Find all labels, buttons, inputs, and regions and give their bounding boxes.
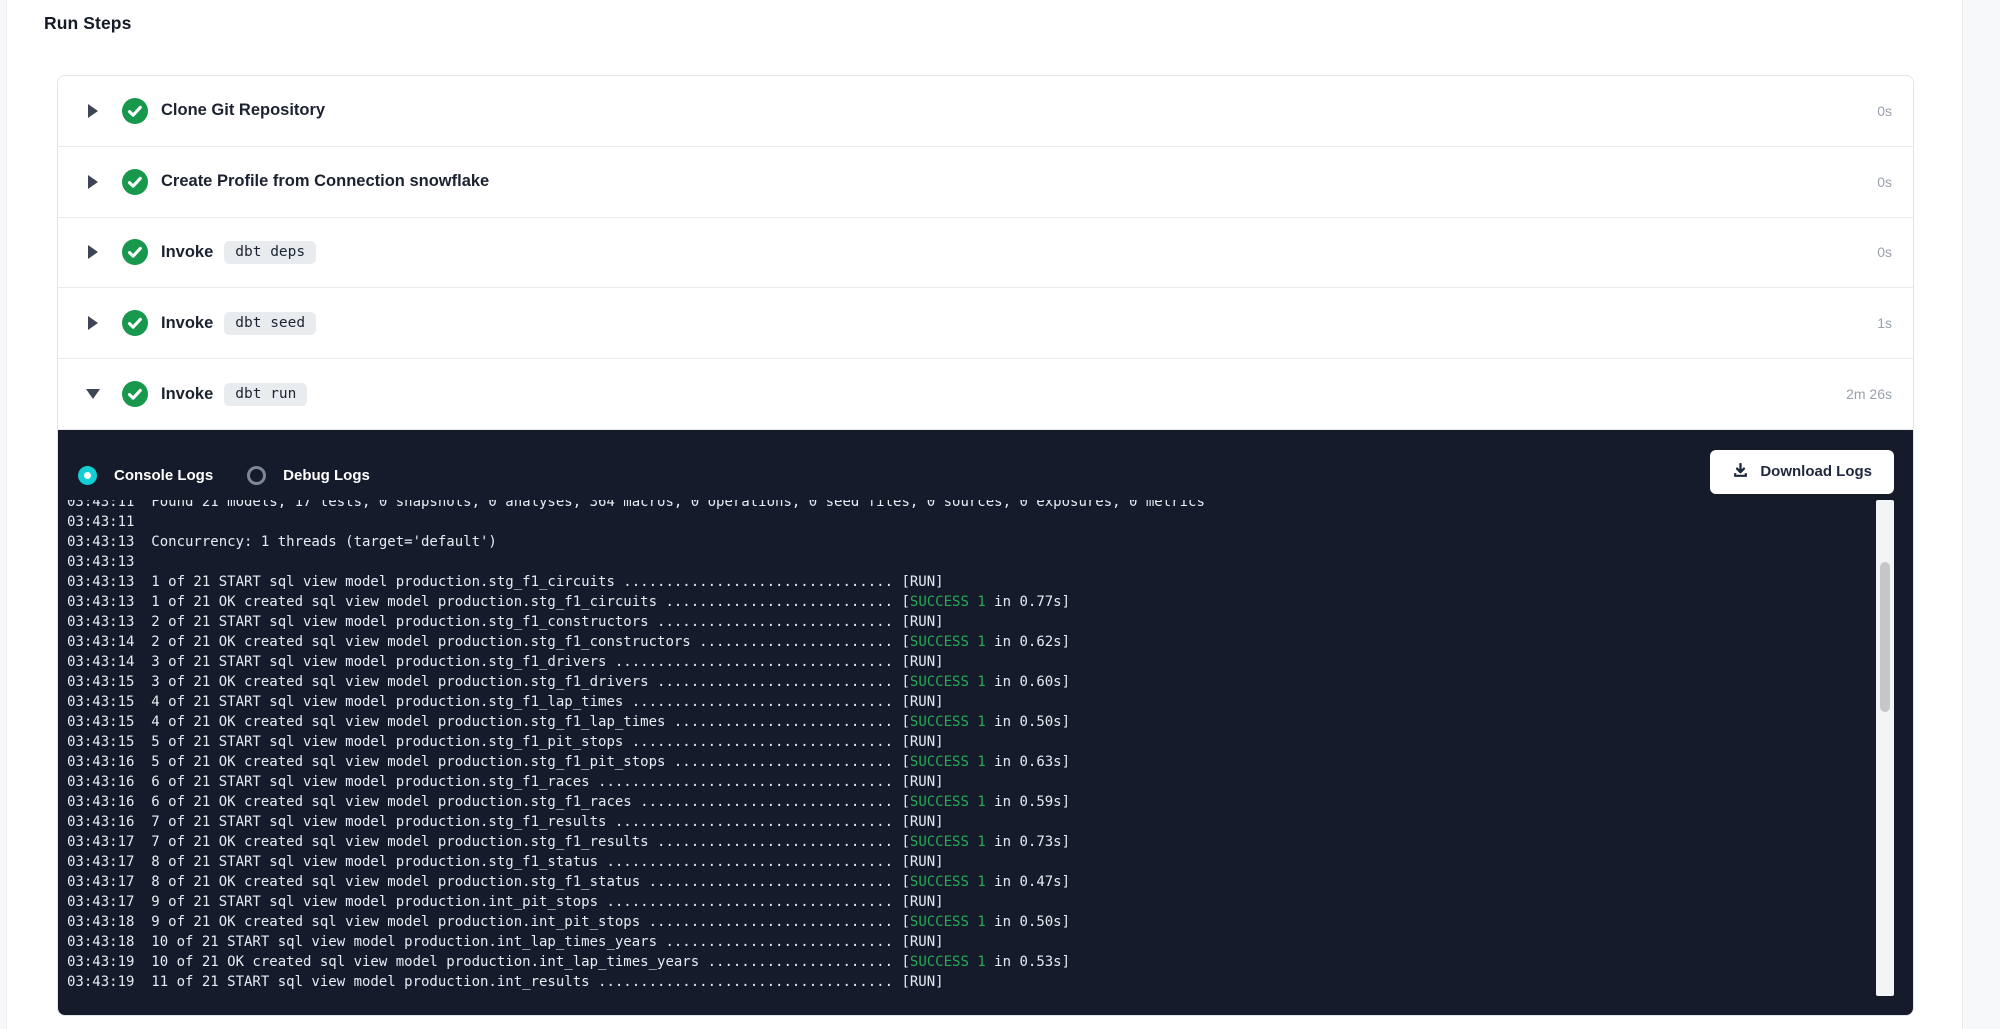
radio-selected-icon[interactable] — [78, 466, 97, 485]
step-row-4[interactable]: Invoke dbt seed 1s — [58, 288, 1913, 359]
step-duration: 0s — [1877, 174, 1892, 190]
left-edge-gutter — [0, 0, 7, 1029]
radio-unselected-icon[interactable] — [247, 466, 266, 485]
collapse-caret-icon[interactable] — [85, 389, 100, 399]
expand-caret-icon[interactable] — [85, 245, 100, 259]
download-logs-button[interactable]: Download Logs — [1710, 450, 1894, 494]
log-line: 03:43:16 6 of 21 OK created sql view mod… — [67, 792, 1869, 812]
step-rows: Clone Git Repository 0s Create Profile f… — [58, 76, 1913, 430]
step-duration: 0s — [1877, 103, 1892, 119]
log-line: 03:43:15 3 of 21 OK created sql view mod… — [67, 672, 1869, 692]
log-line: 03:43:11 Found 21 models, 17 tests, 0 sn… — [67, 500, 1869, 512]
log-scrollbar-track[interactable] — [1876, 500, 1894, 996]
step-label: Create Profile from Connection snowflake — [161, 172, 489, 191]
log-line: 03:43:15 4 of 21 START sql view model pr… — [67, 692, 1869, 712]
success-check-icon — [122, 310, 148, 336]
log-type-selector: Console Logs Debug Logs — [78, 466, 404, 485]
expand-caret-icon[interactable] — [85, 104, 100, 118]
success-check-icon — [122, 381, 148, 407]
console-log-panel: Console Logs Debug Logs Download Logs 03… — [58, 430, 1913, 1015]
log-line: 03:43:19 11 of 21 START sql view model p… — [67, 972, 1869, 992]
log-line: 03:43:13 2 of 21 START sql view model pr… — [67, 612, 1869, 632]
step-duration: 2m 26s — [1846, 386, 1892, 402]
success-check-icon — [122, 239, 148, 265]
step-duration: 1s — [1877, 315, 1892, 331]
log-line: 03:43:17 8 of 21 OK created sql view mod… — [67, 872, 1869, 892]
log-line: 03:43:13 — [67, 552, 1869, 572]
log-line: 03:43:16 6 of 21 START sql view model pr… — [67, 772, 1869, 792]
log-line: 03:43:16 7 of 21 START sql view model pr… — [67, 812, 1869, 832]
download-logs-label: Download Logs — [1760, 463, 1872, 480]
log-line: 03:43:18 10 of 21 START sql view model p… — [67, 932, 1869, 952]
log-line: 03:43:11 — [67, 512, 1869, 532]
expand-caret-icon[interactable] — [85, 175, 100, 189]
step-label: Invoke — [161, 314, 213, 333]
radio-debug-logs[interactable]: Debug Logs — [247, 466, 370, 485]
step-row-3[interactable]: Invoke dbt deps 0s — [58, 218, 1913, 289]
step-row-5[interactable]: Invoke dbt run 2m 26s — [58, 359, 1913, 430]
log-line: 03:43:19 10 of 21 OK created sql view mo… — [67, 952, 1869, 972]
log-line: 03:43:17 7 of 21 OK created sql view mod… — [67, 832, 1869, 852]
success-check-icon — [122, 98, 148, 124]
step-label: Invoke — [161, 243, 213, 262]
radio-console-logs-label: Console Logs — [114, 467, 213, 484]
step-label: Invoke — [161, 385, 213, 404]
log-line: 03:43:17 8 of 21 START sql view model pr… — [67, 852, 1869, 872]
step-command-badge: dbt seed — [224, 312, 316, 335]
step-command-badge: dbt deps — [224, 241, 316, 264]
radio-debug-logs-label: Debug Logs — [283, 467, 370, 484]
log-scrollbar-thumb[interactable] — [1880, 562, 1890, 712]
run-steps-card: Clone Git Repository 0s Create Profile f… — [57, 75, 1914, 1016]
step-row-1[interactable]: Clone Git Repository 0s — [58, 76, 1913, 147]
step-label: Clone Git Repository — [161, 101, 325, 120]
step-command-badge: dbt run — [224, 383, 307, 406]
log-line: 03:43:14 2 of 21 OK created sql view mod… — [67, 632, 1869, 652]
page-title: Run Steps — [44, 13, 131, 34]
radio-console-logs[interactable]: Console Logs — [78, 466, 213, 485]
log-line: 03:43:14 3 of 21 START sql view model pr… — [67, 652, 1869, 672]
log-line: 03:43:13 Concurrency: 1 threads (target=… — [67, 532, 1869, 552]
log-line: 03:43:18 9 of 21 OK created sql view mod… — [67, 912, 1869, 932]
console-log-output[interactable]: 03:43:11 Found 21 models, 17 tests, 0 sn… — [67, 500, 1869, 1002]
log-line: 03:43:13 1 of 21 OK created sql view mod… — [67, 592, 1869, 612]
expand-caret-icon[interactable] — [85, 316, 100, 330]
log-line: 03:43:15 4 of 21 OK created sql view mod… — [67, 712, 1869, 732]
right-edge-gutter — [1962, 0, 2000, 1029]
log-line: 03:43:13 1 of 21 START sql view model pr… — [67, 572, 1869, 592]
download-icon — [1732, 463, 1749, 480]
log-line: 03:43:16 5 of 21 OK created sql view mod… — [67, 752, 1869, 772]
step-duration: 0s — [1877, 244, 1892, 260]
log-line: 03:43:15 5 of 21 START sql view model pr… — [67, 732, 1869, 752]
success-check-icon — [122, 169, 148, 195]
step-row-2[interactable]: Create Profile from Connection snowflake… — [58, 147, 1913, 218]
log-line: 03:43:17 9 of 21 START sql view model pr… — [67, 892, 1869, 912]
